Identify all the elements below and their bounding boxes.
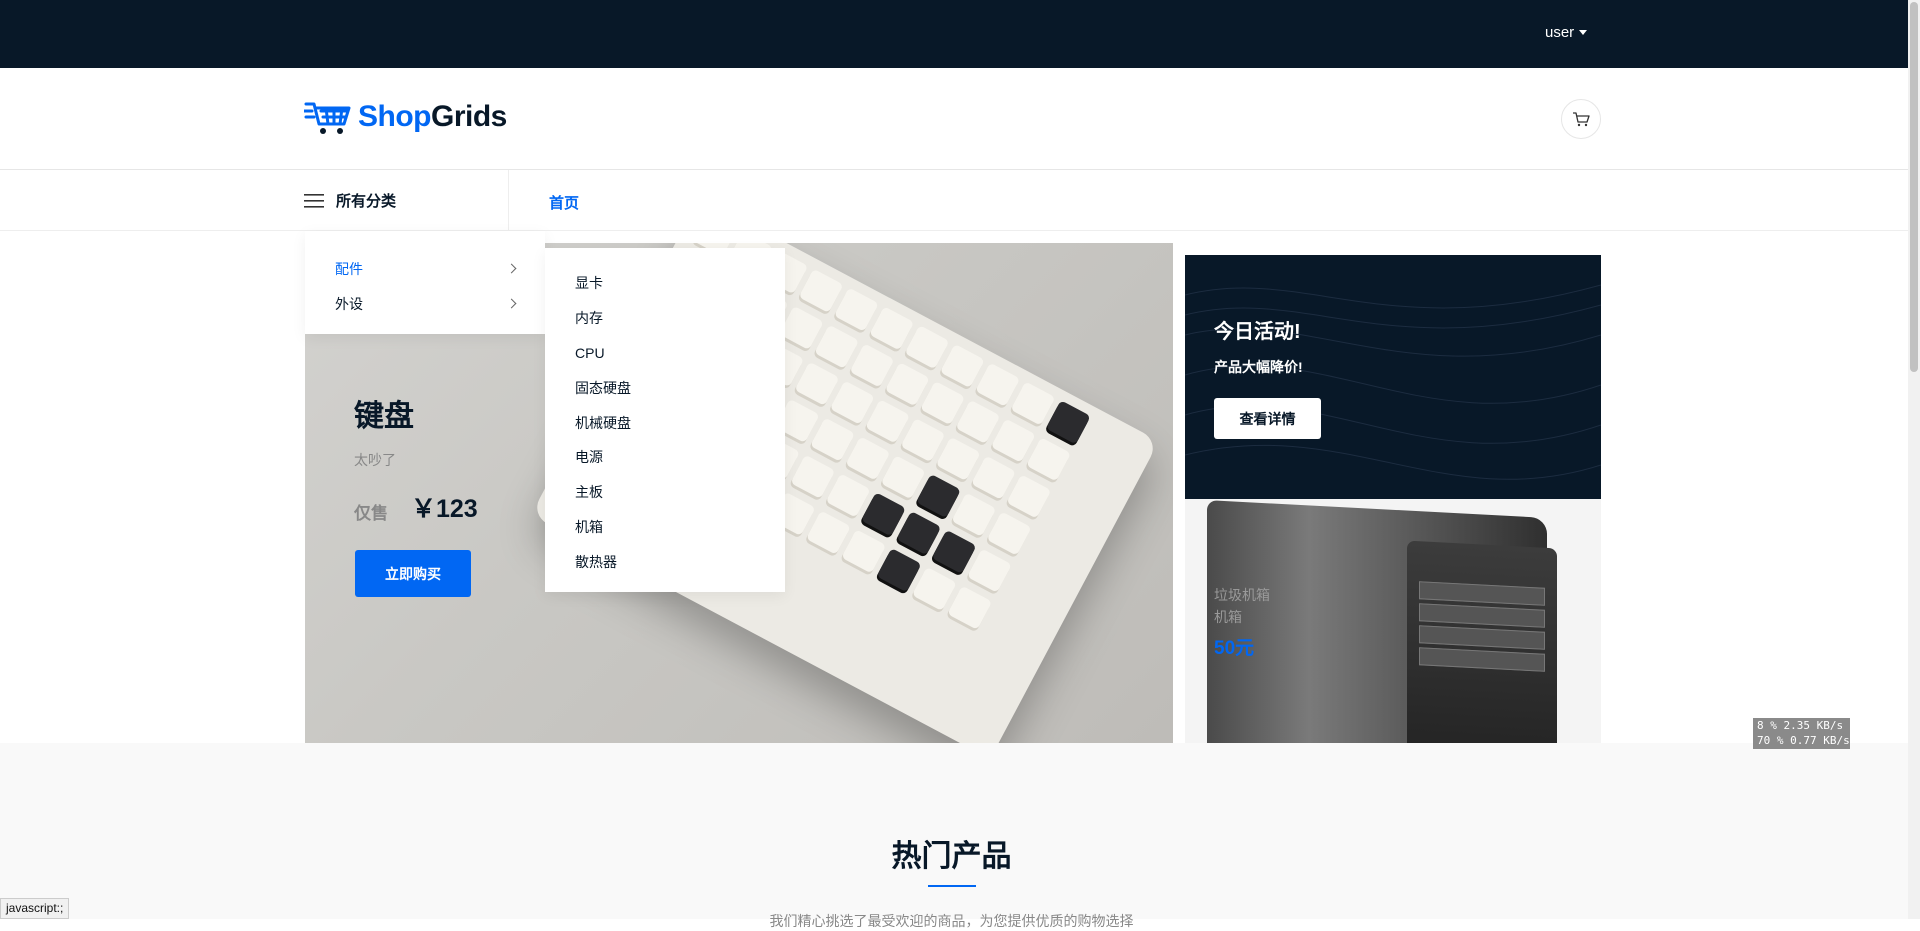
chevron-right-icon — [506, 298, 517, 309]
category-item-accessories[interactable]: 配件 — [305, 251, 545, 286]
chevron-right-icon — [506, 263, 517, 274]
wave-pattern — [1185, 284, 1601, 480]
pc-case-image — [1207, 500, 1557, 743]
submenu-item-gpu[interactable]: 显卡 — [545, 266, 785, 301]
submenu-item-cooler[interactable]: 散热器 — [545, 544, 785, 579]
scrollbar-thumb[interactable] — [1910, 2, 1918, 372]
submenu-item-ssd[interactable]: 固态硬盘 — [545, 370, 785, 405]
view-details-button[interactable]: 查看详情 — [1214, 398, 1321, 439]
category-item-label: 外设 — [335, 295, 363, 312]
submenu-item-cpu[interactable]: CPU — [545, 336, 785, 371]
caret-down-icon — [1579, 30, 1588, 35]
logo-text: ShopGrids — [358, 100, 507, 134]
submenu-item-psu[interactable]: 电源 — [545, 440, 785, 475]
section-description: 我们精心挑选了最受欢迎的商品，为您提供优质的购物选择 — [769, 913, 1134, 929]
case-banner-title: 垃圾机箱 — [1214, 587, 1270, 603]
shopping-cart-logo-icon — [304, 102, 351, 134]
hero-price: ￥123 — [411, 495, 478, 523]
hero-title: 键盘 — [354, 400, 414, 433]
case-banner[interactable]: 垃圾机箱 机箱 50元 — [1185, 499, 1601, 743]
cart-icon — [1573, 112, 1590, 127]
submenu-item-hdd[interactable]: 机械硬盘 — [545, 405, 785, 440]
hero-price-label: 仅售 — [354, 504, 388, 523]
logo-shop-text: Shop — [358, 100, 432, 133]
category-item-peripherals[interactable]: 外设 — [305, 286, 545, 321]
section-title: 热门产品 — [891, 840, 1012, 873]
top-bar: user — [0, 0, 1908, 68]
category-submenu: 显卡 内存 CPU 固态硬盘 机械硬盘 电源 主板 机箱 散热器 — [545, 248, 785, 592]
nav-home-link[interactable]: 首页 — [549, 192, 579, 213]
promo-title: 今日活动! — [1214, 321, 1301, 343]
page-scrollbar[interactable] — [1908, 0, 1920, 919]
netmon-line-1: 8 % 2.35 KB/s — [1757, 719, 1844, 732]
hamburger-icon — [304, 193, 324, 208]
section-underline — [928, 885, 976, 887]
user-label: user — [1545, 24, 1575, 41]
user-menu[interactable]: user — [1545, 24, 1588, 41]
network-monitor: 8 % 2.35 KB/s 70 % 0.77 KB/s — [1753, 718, 1850, 749]
submenu-item-case[interactable]: 机箱 — [545, 510, 785, 545]
navbar: 所有分类 首页 — [0, 170, 1908, 231]
category-menu: 配件 外设 — [305, 231, 545, 334]
logo-grids-text: Grids — [431, 100, 507, 133]
logo[interactable]: ShopGrids — [304, 98, 507, 136]
promo-banner: 今日活动! 产品大幅降价! 查看详情 — [1185, 255, 1601, 499]
all-categories-label: 所有分类 — [336, 193, 397, 210]
header: ShopGrids — [0, 68, 1908, 170]
case-banner-price: 50元 — [1214, 638, 1255, 659]
all-categories-toggle[interactable]: 所有分类 — [304, 170, 509, 231]
submenu-item-memory[interactable]: 内存 — [545, 301, 785, 336]
buy-now-button[interactable]: 立即购买 — [355, 550, 471, 597]
hero-subtitle: 太吵了 — [354, 452, 396, 468]
netmon-line-2: 70 % 0.77 KB/s — [1757, 734, 1850, 747]
case-banner-subtitle: 机箱 — [1214, 609, 1242, 625]
category-item-label: 配件 — [335, 260, 363, 277]
browser-status-bar: javascript:; — [0, 898, 70, 919]
promo-subtitle: 产品大幅降价! — [1214, 359, 1303, 375]
popular-products-section: 热门产品 我们精心挑选了最受欢迎的商品，为您提供优质的购物选择 — [0, 743, 1908, 929]
submenu-item-motherboard[interactable]: 主板 — [545, 475, 785, 510]
cart-button[interactable] — [1561, 99, 1601, 139]
